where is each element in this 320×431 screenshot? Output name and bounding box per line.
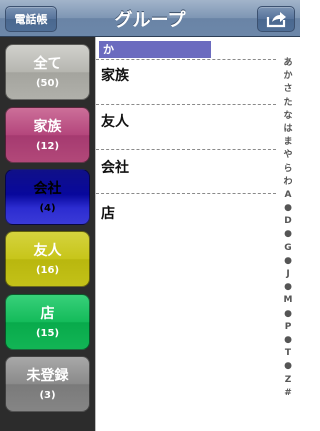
index-letter[interactable]: ● xyxy=(284,255,292,268)
index-letter[interactable]: や xyxy=(283,149,292,162)
index-letter[interactable]: ● xyxy=(284,202,292,215)
list-item-label: 店 xyxy=(101,206,115,222)
group-name: 全て xyxy=(33,56,62,72)
phonebook-button[interactable]: 電話帳 xyxy=(5,6,57,32)
group-count: (50) xyxy=(35,78,60,89)
index-letter[interactable]: た xyxy=(283,97,292,110)
group-sidebar: 全て (50) 家族 (12) 会社 (4) 友人 (16) 店 (15) 未登… xyxy=(0,37,95,431)
index-letter[interactable]: P xyxy=(285,321,292,334)
section-index[interactable]: あかさたなはまやらわ A ● D ● G ● J ● M ● P ● T ● Z # xyxy=(281,57,295,400)
index-letter[interactable]: # xyxy=(284,387,292,400)
index-letter[interactable]: A xyxy=(285,189,292,202)
index-letter[interactable]: M xyxy=(284,294,293,307)
list-item-label: 家族 xyxy=(101,68,129,84)
index-letter[interactable]: ● xyxy=(284,281,292,294)
section-header: か xyxy=(99,41,211,58)
group-name: 友人 xyxy=(33,243,62,259)
group-count: (16) xyxy=(35,265,60,276)
index-letter[interactable]: ら xyxy=(283,163,292,176)
group-count: (4) xyxy=(39,203,56,214)
index-letter[interactable]: わ xyxy=(283,176,292,189)
list-item[interactable]: 店 xyxy=(96,197,276,241)
index-letter[interactable]: か xyxy=(283,70,292,83)
group-count: (3) xyxy=(39,390,56,401)
group-button-shop[interactable]: 店 (15) xyxy=(5,294,90,350)
index-letter[interactable]: D xyxy=(284,215,291,228)
index-letter[interactable]: J xyxy=(286,268,289,281)
share-button[interactable] xyxy=(257,6,295,32)
index-letter[interactable]: ま xyxy=(283,136,292,149)
index-letter[interactable]: さ xyxy=(283,83,292,96)
index-letter[interactable]: ● xyxy=(284,228,292,241)
index-letter[interactable]: ● xyxy=(284,334,292,347)
list-item[interactable]: 会社 xyxy=(96,151,276,195)
list-item-label: 友人 xyxy=(101,114,129,130)
share-icon xyxy=(266,12,286,28)
index-letter[interactable]: ● xyxy=(284,360,292,373)
group-name: 店 xyxy=(40,306,55,322)
list-item[interactable]: 家族 xyxy=(96,59,276,103)
group-name: 家族 xyxy=(33,119,62,135)
index-letter[interactable]: は xyxy=(283,123,292,136)
group-button-friends[interactable]: 友人 (16) xyxy=(5,231,90,287)
page-title: グループ xyxy=(114,9,186,31)
group-list: か 家族 友人 会社 店 xyxy=(95,37,300,431)
list-item-label: 会社 xyxy=(101,160,129,176)
index-letter[interactable]: な xyxy=(283,110,292,123)
list-item[interactable]: 友人 xyxy=(96,105,276,149)
index-letter[interactable]: T xyxy=(285,347,291,360)
group-button-all[interactable]: 全て (50) xyxy=(5,44,90,100)
index-letter[interactable]: Z xyxy=(285,374,292,387)
group-button-unregistered[interactable]: 未登録 (3) xyxy=(5,356,90,412)
index-letter[interactable]: ● xyxy=(284,308,292,321)
index-letter[interactable]: あ xyxy=(283,57,292,70)
group-count: (12) xyxy=(35,141,60,152)
index-letter[interactable]: G xyxy=(284,242,291,255)
group-name: 未登録 xyxy=(26,368,69,384)
row-divider xyxy=(96,149,276,150)
navigation-bar: 電話帳 グループ xyxy=(0,0,300,37)
group-name: 会社 xyxy=(33,181,62,197)
group-button-company[interactable]: 会社 (4) xyxy=(5,169,90,225)
group-count: (15) xyxy=(35,328,60,339)
group-button-family[interactable]: 家族 (12) xyxy=(5,107,90,163)
row-divider xyxy=(96,193,276,194)
